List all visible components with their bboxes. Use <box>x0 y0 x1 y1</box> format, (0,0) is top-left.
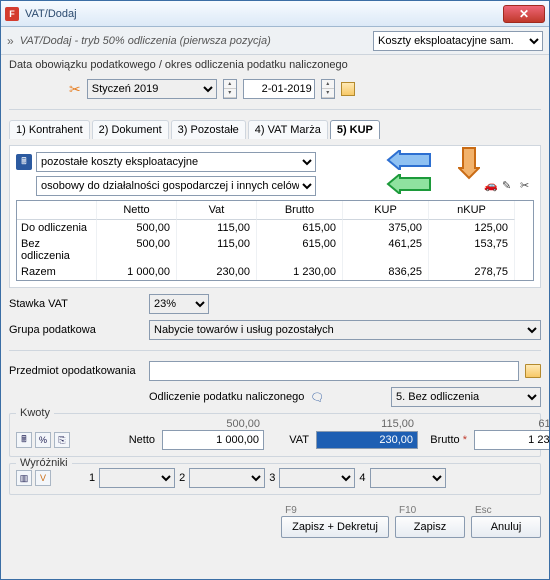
d1-select[interactable] <box>99 468 175 488</box>
col-kup: KUP <box>343 201 429 220</box>
d2-label: 2 <box>179 472 185 484</box>
d3-select[interactable] <box>279 468 355 488</box>
table-row: Do odliczenia 500,00 115,00 615,00 375,0… <box>17 220 533 236</box>
calendar-icon[interactable] <box>341 82 355 96</box>
deduction-label: Odliczenie podatku naliczonego <box>149 391 304 403</box>
tab-dokument[interactable]: 2) Dokument <box>92 120 169 139</box>
brutto-input[interactable] <box>474 430 549 450</box>
tab-vat-marza[interactable]: 4) VAT Marża <box>248 120 328 139</box>
folder-icon[interactable] <box>525 364 541 378</box>
distinguishers-group-label: Wyróżniki <box>16 457 72 469</box>
cost-type-select[interactable]: Koszty eksploatacyjne sam. <box>373 31 543 51</box>
hint-netto: 500,00 <box>162 418 264 430</box>
app-icon: F <box>5 7 19 21</box>
col-nkup: nKUP <box>429 201 515 220</box>
table-row: Razem 1 000,00 230,00 1 230,00 836,25 27… <box>17 264 533 280</box>
expense-type-select[interactable]: pozostałe koszty eksploatacyjne <box>36 152 316 172</box>
percent-icon[interactable]: % <box>35 432 51 448</box>
scissors-icon[interactable]: ✂ <box>69 81 81 98</box>
d4-select[interactable] <box>370 468 446 488</box>
cancel-button[interactable]: Anuluj <box>471 516 541 538</box>
d2-select[interactable] <box>189 468 265 488</box>
expand-icon[interactable]: » <box>7 34 14 48</box>
period-select[interactable]: Styczeń 2019 <box>87 79 217 99</box>
subject-label: Przedmiot opodatkowania <box>9 365 149 377</box>
scissors-small-icon[interactable]: ✂ <box>520 179 534 193</box>
filter-icon[interactable]: ▥ <box>16 470 32 486</box>
mode-subtitle: VAT/Dodaj - tryb 50% odliczenia (pierwsz… <box>20 35 367 47</box>
date-spinner[interactable]: ▴▾ <box>321 79 335 99</box>
table-row: Bez odliczenia 500,00 115,00 615,00 461,… <box>17 236 533 264</box>
hint-vat: 115,00 <box>316 418 418 430</box>
esc-hint: Esc <box>471 505 492 516</box>
vat-tag-icon[interactable]: V <box>35 470 51 486</box>
d1-label: 1 <box>89 472 95 484</box>
vehicle-use-select[interactable]: osobowy do działalności gospodarczej i i… <box>36 176 316 196</box>
netto-input[interactable] <box>162 430 264 450</box>
save-button[interactable]: Zapisz <box>395 516 465 538</box>
vat-rate-select[interactable]: 23% <box>149 294 209 314</box>
col-empty <box>17 201 97 220</box>
note-icon[interactable]: 🗨 <box>310 391 324 404</box>
period-spinner[interactable]: ▴▾ <box>223 79 237 99</box>
col-brutto: Brutto <box>257 201 343 220</box>
col-netto: Netto <box>97 201 177 220</box>
f9-hint: F9 <box>281 505 297 516</box>
tab-kontrahent[interactable]: 1) Kontrahent <box>9 120 90 139</box>
deduction-select[interactable]: 5. Bez odliczenia <box>391 387 541 407</box>
netto-label: Netto <box>88 434 158 446</box>
tax-group-label: Grupa podatkowa <box>9 324 149 336</box>
f10-hint: F10 <box>395 505 416 516</box>
tax-date-label: Data obowiązku podatkowego / okres odlic… <box>9 59 541 71</box>
brutto-label: Brutto * <box>422 434 470 446</box>
car-icon[interactable]: 🚗 <box>484 179 498 193</box>
vat-label: VAT <box>268 434 312 446</box>
subject-input[interactable] <box>149 361 519 381</box>
hint-brutto: 615,00 <box>474 418 549 430</box>
d4-label: 4 <box>359 472 365 484</box>
vat-rate-label: Stawka VAT <box>9 298 149 310</box>
tab-pozostale[interactable]: 3) Pozostałe <box>171 120 246 139</box>
d3-label: 3 <box>269 472 275 484</box>
edit-icon[interactable]: ✎ <box>502 179 516 193</box>
amounts-group-label: Kwoty <box>16 407 54 419</box>
calculator-icon[interactable]: 🖩 <box>16 154 32 170</box>
save-decree-button[interactable]: Zapisz + Dekretuj <box>281 516 389 538</box>
calc-amounts-icon[interactable]: 🖩 <box>16 432 32 448</box>
tab-kup[interactable]: 5) KUP <box>330 120 380 139</box>
tab-bar: 1) Kontrahent 2) Dokument 3) Pozostałe 4… <box>9 120 541 139</box>
col-vat: Vat <box>177 201 257 220</box>
kup-table: Netto Vat Brutto KUP nKUP Do odliczenia … <box>16 200 534 281</box>
copy-icon[interactable]: ⎘ <box>54 432 70 448</box>
tax-group-select[interactable]: Nabycie towarów i usług pozostałych <box>149 320 541 340</box>
date-input[interactable] <box>243 79 315 99</box>
close-button[interactable]: ✕ <box>503 5 545 23</box>
window-title: VAT/Dodaj <box>25 8 503 20</box>
vat-input[interactable]: 230,00 <box>316 431 418 449</box>
